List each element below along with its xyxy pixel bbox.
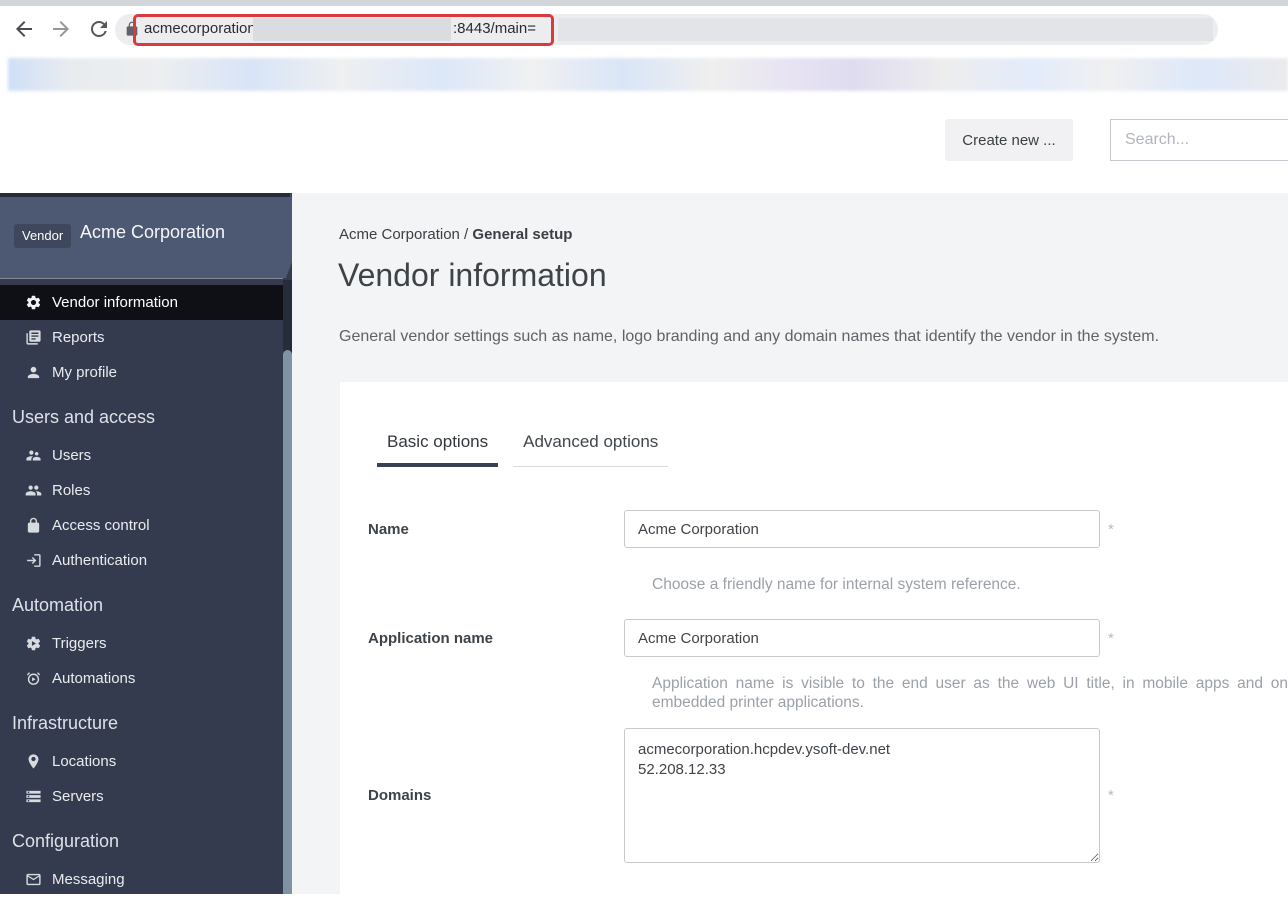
breadcrumb-separator: / xyxy=(460,226,473,243)
form-row-domains: Domains acmecorporation.hcpdev.ysoft-dev… xyxy=(368,728,1114,863)
sidebar-item-label: Reports xyxy=(52,329,105,346)
tab-bar: Basic options Advanced options xyxy=(377,432,683,467)
sidebar-item-locations[interactable]: Locations xyxy=(0,744,283,779)
sidebar-item-label: Roles xyxy=(52,482,90,499)
name-help-text: Choose a friendly name for internal syst… xyxy=(652,575,1021,594)
sidebar-item-access-control[interactable]: Access control xyxy=(0,508,283,543)
sidebar-item-label: My profile xyxy=(52,364,117,381)
sidebar-item-label: Automations xyxy=(52,670,135,687)
person-icon xyxy=(25,364,42,381)
sidebar-item-triggers[interactable]: Triggers xyxy=(0,626,283,661)
roles-group-icon xyxy=(25,482,42,499)
sidebar-section-automation: Automation xyxy=(0,578,283,626)
sidebar-item-label: Users xyxy=(52,447,91,464)
url-redaction-block xyxy=(253,18,451,41)
sidebar-item-label: Authentication xyxy=(52,552,147,569)
arrow-right-icon xyxy=(49,17,73,41)
domains-field-label: Domains xyxy=(368,787,624,804)
name-field-label: Name xyxy=(368,521,624,538)
url-text: acmecorporation.h xyxy=(144,20,268,37)
browser-back-button[interactable] xyxy=(12,17,36,41)
sidebar-item-roles[interactable]: Roles xyxy=(0,473,283,508)
sidebar-item-authentication[interactable]: Authentication xyxy=(0,543,283,578)
sidebar-item-automations[interactable]: Automations xyxy=(0,661,283,696)
search-input[interactable] xyxy=(1110,119,1288,161)
sidebar-item-label: Servers xyxy=(52,788,104,805)
lock-icon xyxy=(25,517,42,534)
map-pin-icon xyxy=(25,753,42,770)
main-content: Acme Corporation / General setup Vendor … xyxy=(292,193,1288,894)
settings-card: Basic options Advanced options Name * Ch… xyxy=(340,382,1288,904)
page-title: Vendor information xyxy=(338,255,607,295)
gear-icon xyxy=(25,294,42,311)
banner-top-strip xyxy=(0,193,290,197)
breadcrumb-current: General setup xyxy=(472,226,572,243)
trigger-gear-icon xyxy=(25,635,42,652)
url-port-path: :8443/main= xyxy=(453,20,536,37)
banner-separator xyxy=(0,278,283,279)
sidebar-section-users-and-access: Users and access xyxy=(0,390,283,438)
sidebar-section-configuration: Configuration xyxy=(0,814,283,862)
vendor-banner: Vendor Acme Corporation xyxy=(0,193,303,278)
browser-forward-button[interactable] xyxy=(49,17,73,41)
sidebar-item-label: Vendor information xyxy=(52,294,178,311)
name-input[interactable] xyxy=(624,510,1100,548)
padlock-icon xyxy=(124,21,140,37)
application-name-input[interactable] xyxy=(624,619,1100,657)
sidebar-item-label: Triggers xyxy=(52,635,106,652)
form-row-application-name: Application name * xyxy=(368,619,1114,657)
application-name-help-text: Application name is visible to the end u… xyxy=(652,674,1288,712)
address-bar[interactable]: acmecorporation.h :8443/main= xyxy=(115,14,1218,45)
sidebar-item-servers[interactable]: Servers xyxy=(0,779,283,814)
timer-play-icon xyxy=(25,670,42,687)
breadcrumb: Acme Corporation / General setup xyxy=(339,226,572,243)
form-row-name: Name * xyxy=(368,510,1114,548)
create-new-button[interactable]: Create new ... xyxy=(945,119,1073,161)
url-redaction-block-2 xyxy=(558,18,1213,41)
arrow-left-icon xyxy=(12,17,36,41)
sidebar-item-label: Locations xyxy=(52,753,116,770)
required-marker: * xyxy=(1108,521,1114,538)
application-name-field-label: Application name xyxy=(368,630,624,647)
vendor-name: Acme Corporation xyxy=(80,222,225,243)
breadcrumb-parent[interactable]: Acme Corporation xyxy=(339,226,460,243)
tab-basic-options[interactable]: Basic options xyxy=(377,432,498,467)
envelope-icon xyxy=(25,871,42,888)
window-edge xyxy=(0,0,1288,6)
sidebar-item-reports[interactable]: Reports xyxy=(0,320,283,355)
sidebar-item-messaging[interactable]: Messaging xyxy=(0,862,283,897)
sidebar-item-users[interactable]: Users xyxy=(0,438,283,473)
server-stack-icon xyxy=(25,788,42,805)
sidebar-scrollbar-thumb[interactable] xyxy=(283,350,292,894)
bookmarks-bar-redacted xyxy=(8,58,1288,91)
required-marker: * xyxy=(1108,630,1114,647)
users-icon xyxy=(25,447,42,464)
sidebar-item-vendor-information[interactable]: Vendor information xyxy=(0,285,283,320)
browser-chrome: acmecorporation.h :8443/main= xyxy=(0,0,1288,57)
required-marker: * xyxy=(1108,787,1114,804)
sidebar-menu: Vendor information Reports My profile Us… xyxy=(0,285,283,897)
page-description: General vendor settings such as name, lo… xyxy=(339,328,1159,346)
reports-icon xyxy=(25,329,42,346)
tab-advanced-options[interactable]: Advanced options xyxy=(513,432,668,467)
browser-reload-button[interactable] xyxy=(87,17,111,41)
login-icon xyxy=(25,552,42,569)
sidebar-item-my-profile[interactable]: My profile xyxy=(0,355,283,390)
sidebar-item-label: Messaging xyxy=(52,871,125,888)
sidebar-section-infrastructure: Infrastructure xyxy=(0,696,283,744)
domains-textarea[interactable]: acmecorporation.hcpdev.ysoft-dev.net 52.… xyxy=(624,728,1100,863)
vendor-badge: Vendor xyxy=(14,224,71,248)
sidebar-item-label: Access control xyxy=(52,517,150,534)
sidebar: Vendor Acme Corporation Vendor informati… xyxy=(0,193,292,894)
reload-icon xyxy=(87,17,111,41)
